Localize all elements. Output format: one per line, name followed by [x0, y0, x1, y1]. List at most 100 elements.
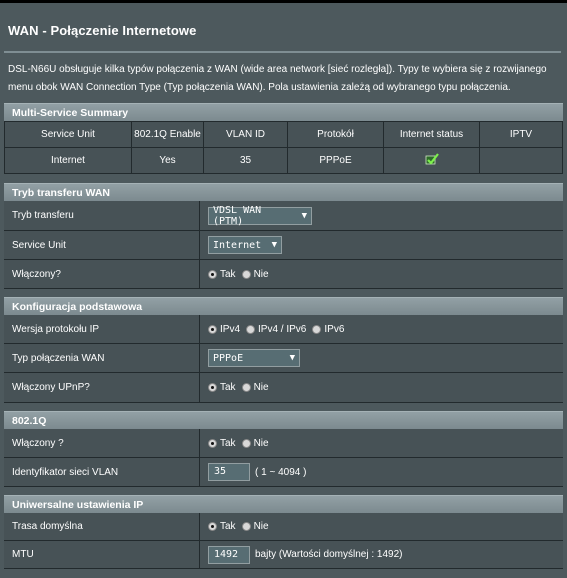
radio-unselected-icon [241, 438, 251, 448]
wan-type-select[interactable]: PPPoE ▼ [208, 349, 300, 367]
chevron-down-icon: ▼ [289, 353, 295, 363]
radio-unselected-icon [312, 324, 322, 334]
service-unit-select[interactable]: Internet ▼ [208, 236, 282, 254]
transfer-mode-cell: VDSL WAN (PTM) ▼ [200, 201, 563, 230]
cell-protocol: PPPoE [287, 147, 384, 174]
vlan-enabled-yes-radio[interactable]: Tak [208, 438, 236, 449]
mtu-input[interactable]: 1492 [208, 545, 250, 564]
transfer-enabled-row: Włączony? Tak Nie [4, 260, 563, 289]
transfer-section-title: Tryb transferu WAN [4, 183, 563, 201]
page-description: DSL-N66U obsługuje kilka typów połączeni… [8, 64, 547, 93]
radio-unselected-icon [241, 522, 251, 531]
radio-label: Tak [220, 268, 236, 280]
cell-vlan-id: 35 [203, 147, 288, 174]
ipv6-radio[interactable]: IPv6 [312, 324, 344, 335]
radio-unselected-icon [241, 383, 251, 392]
col-8021q-enable: 802.1Q Enable [131, 121, 204, 148]
radio-label: IPv4 [220, 323, 241, 335]
mtu-cell: 1492 bajty (Wartości domyślnej : 1492) [200, 541, 563, 568]
basic-section-title: Konfiguracja podstawowa [4, 297, 563, 315]
ip-version-row: Wersja protokołu IP IPv4 IPv4 / IPv6 IPv… [4, 315, 563, 344]
default-route-yes-radio[interactable]: Tak [208, 521, 236, 532]
radio-label: Nie [253, 268, 269, 280]
transfer-enabled-yes-radio[interactable]: Tak [208, 269, 236, 280]
vlan-id-row: Identyfikator sieci VLAN 35 ( 1 ~ 4094 ) [4, 458, 563, 487]
col-vlan-id: VLAN ID [203, 121, 288, 148]
ipv4-ipv6-radio[interactable]: IPv4 / IPv6 [246, 324, 306, 335]
radio-unselected-icon [246, 324, 256, 334]
vlan-id-input[interactable]: 35 [208, 463, 250, 481]
mtu-hint: bajty (Wartości domyślnej : 1492) [255, 549, 403, 560]
summary-table: Service Unit 802.1Q Enable VLAN ID Proto… [4, 121, 563, 174]
upnp-radios: Tak Nie [200, 373, 563, 402]
service-unit-row: Service Unit Internet ▼ [4, 231, 563, 260]
default-route-no-radio[interactable]: Nie [241, 521, 269, 532]
service-unit-cell: Internet ▼ [200, 231, 563, 259]
col-iptv: IPTV [479, 121, 563, 148]
chevron-down-icon: ▼ [271, 240, 277, 250]
cell-iptv [479, 147, 563, 174]
radio-selected-icon [208, 383, 217, 392]
summary-header-row: Service Unit 802.1Q Enable VLAN ID Proto… [4, 121, 563, 148]
col-protocol: Protokół [287, 121, 384, 148]
radio-label: Nie [253, 382, 269, 393]
transfer-mode-select[interactable]: VDSL WAN (PTM) ▼ [208, 204, 312, 227]
summary-section-title: Multi-Service Summary [4, 103, 563, 121]
wan-type-value: PPPoE [213, 352, 244, 364]
radio-label: IPv4 / IPv6 [258, 323, 307, 335]
cell-internet-status [383, 147, 480, 174]
radio-label: IPv6 [324, 323, 345, 335]
chevron-down-icon: ▼ [301, 210, 307, 221]
ip-version-radios: IPv4 IPv4 / IPv6 IPv6 [200, 315, 563, 343]
vlan-section-title: 802.1Q [4, 411, 563, 429]
transfer-enabled-no-radio[interactable]: Nie [241, 268, 269, 280]
radio-label: Nie [253, 521, 269, 532]
transfer-mode-value: VDSL WAN (PTM) [213, 204, 262, 227]
vlan-id-cell: 35 ( 1 ~ 4094 ) [200, 458, 563, 486]
page-header: WAN - Połączenie Internetowe [0, 3, 567, 51]
wan-type-row: Typ połączenia WAN PPPoE ▼ [4, 344, 563, 373]
vlan-enabled-no-radio[interactable]: Nie [241, 438, 269, 449]
upnp-yes-radio[interactable]: Tak [208, 382, 236, 393]
radio-label: Tak [220, 437, 236, 449]
radio-label: Tak [220, 521, 236, 532]
col-internet-status: Internet status [383, 121, 480, 148]
ipv4-radio[interactable]: IPv4 [208, 324, 240, 335]
page-title: WAN - Połączenie Internetowe [8, 23, 197, 38]
vlan-enabled-radios: Tak Nie [200, 429, 563, 457]
radio-unselected-icon [241, 269, 251, 279]
radio-selected-icon [208, 438, 217, 448]
radio-selected-icon [208, 269, 217, 279]
upnp-no-radio[interactable]: Nie [241, 382, 269, 393]
upnp-label: Włączony UPnP? [4, 373, 200, 402]
radio-selected-icon [208, 324, 217, 334]
default-route-radios: Tak Nie [200, 513, 563, 540]
radio-selected-icon [208, 522, 217, 531]
service-unit-value: Internet [213, 239, 262, 251]
vlan-enabled-row: Włączony ? Tak Nie [4, 429, 563, 458]
mtu-row: MTU 1492 bajty (Wartości domyślnej : 149… [4, 541, 563, 569]
default-route-row: Trasa domyślna Tak Nie [4, 513, 563, 541]
ip-version-label: Wersja protokołu IP [4, 315, 200, 343]
table-row: Internet Yes 35 PPPoE [4, 147, 563, 174]
wan-type-cell: PPPoE ▼ [200, 344, 563, 372]
mtu-label: MTU [4, 541, 200, 568]
check-icon [425, 153, 439, 165]
radio-label: Tak [220, 382, 236, 393]
wan-settings-page: WAN - Połączenie Internetowe DSL-N66U ob… [0, 0, 567, 578]
vlan-enabled-label: Włączony ? [4, 429, 200, 457]
transfer-enabled-label: Włączony? [4, 260, 200, 288]
col-service-unit: Service Unit [4, 121, 132, 148]
wan-type-label: Typ połączenia WAN [4, 344, 200, 372]
default-route-label: Trasa domyślna [4, 513, 200, 540]
service-unit-label: Service Unit [4, 231, 200, 259]
transfer-mode-row: Tryb transferu VDSL WAN (PTM) ▼ [4, 201, 563, 231]
vlan-id-range: ( 1 ~ 4094 ) [255, 466, 307, 478]
upnp-row: Włączony UPnP? Tak Nie [4, 373, 563, 403]
transfer-mode-label: Tryb transferu [4, 201, 200, 230]
cell-service-unit: Internet [4, 147, 132, 174]
